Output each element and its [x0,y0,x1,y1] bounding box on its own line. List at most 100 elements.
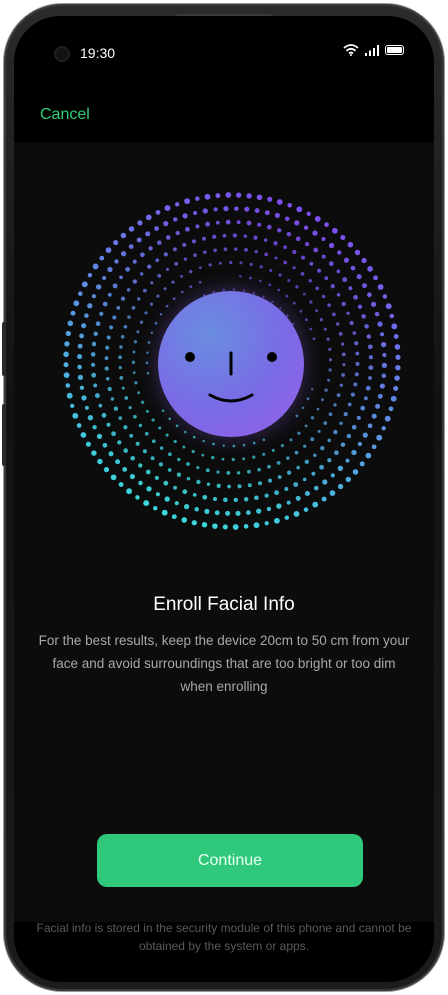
privacy-note: Facial info is stored in the security mo… [36,921,412,953]
scan-dot [113,240,119,246]
scan-dot [164,496,170,502]
scan-dot [322,479,328,485]
scan-dot [287,279,291,282]
scan-dot [332,312,336,317]
scan-dot [146,486,152,492]
scan-dot [256,194,263,201]
scan-dot [79,333,85,339]
scan-dot [133,340,138,344]
scan-dot [149,302,154,306]
scan-dot [223,247,228,252]
scan-dot [161,509,168,516]
scan-dot [192,492,197,497]
scan-dot [310,388,314,391]
scan-dot [364,396,368,401]
scan-dot [120,251,127,257]
scan-dot [93,331,98,337]
scan-dot [145,231,151,237]
scan-dot [212,523,218,529]
scan-dot [223,497,228,503]
scan-dot [102,301,108,307]
scan-dot [373,275,379,281]
scan-dot [116,306,121,310]
scan-dot [95,321,101,327]
scan-dot [304,459,309,464]
scan-dot [381,373,387,379]
scan-dot [312,337,316,341]
continue-button[interactable]: Continue [97,834,363,887]
scan-dot [267,464,271,469]
scan-dot [274,212,280,218]
scan-dot [312,230,318,236]
scan-dot [104,366,109,371]
scan-dot [123,325,128,329]
scan-dot [212,234,217,239]
scan-dot [254,495,259,501]
scan-dot [327,438,331,443]
scan-dot [93,383,98,388]
scan-dot [367,423,373,429]
scan-dot [377,284,384,290]
scan-dot [376,434,383,441]
scan-dot [67,320,74,327]
scan-dot [246,193,252,199]
scan-dot [87,273,93,278]
scan-dot [201,453,205,457]
scan-dot [140,272,144,276]
scan-dot [247,483,252,488]
scan-dot [343,411,348,417]
scan-dot [319,464,324,470]
scan-dot [357,441,363,447]
scan-dot [336,393,341,398]
scan-dot [276,461,281,465]
scan-dot [154,321,158,325]
scan-dot [202,439,205,443]
scan-dot [293,510,300,517]
scan-dot [304,241,310,247]
scan-dot [136,237,142,243]
scan-dot [328,242,335,249]
scan-dot [341,352,346,357]
scan-dot [146,371,150,375]
scan-dot [202,208,208,214]
scan-dot [204,193,211,200]
scan-dot [81,395,87,401]
scan-dot [305,318,308,322]
scan-dot [87,303,93,309]
scan-dot [226,470,231,475]
scan-dot [388,406,394,412]
scan-dot [126,288,131,292]
scan-dot [393,334,399,339]
scan-dot [347,241,354,248]
scan-dot [346,311,350,315]
scan-dot [328,261,334,267]
scan-dot [395,364,401,371]
scan-dot [306,397,310,401]
scan-dot [310,437,315,442]
scan-dot [257,481,263,486]
scan-dot [70,403,75,409]
scan-dot [132,259,137,264]
scan-dot [73,300,80,307]
scan-dot [283,245,287,250]
scan-dot [366,334,371,339]
scan-dot [346,433,352,439]
scan-dot [157,273,162,278]
scan-dot [368,355,373,360]
scan-dot [78,291,83,296]
scan-dot [375,403,381,409]
scan-dot [198,266,202,270]
page-title: Enroll Facial Info [153,594,295,615]
scan-dot [390,395,397,402]
cancel-button[interactable]: Cancel [40,106,90,124]
scan-dot [157,240,162,245]
wifi-icon [343,44,359,56]
scan-dot [327,303,331,307]
scan-dot [99,255,105,261]
scan-dot [91,362,96,367]
scan-dot [391,323,398,330]
scan-dot [158,462,164,467]
scan-dot [313,453,317,457]
scan-dot [113,406,119,411]
scan-dot [227,484,231,489]
